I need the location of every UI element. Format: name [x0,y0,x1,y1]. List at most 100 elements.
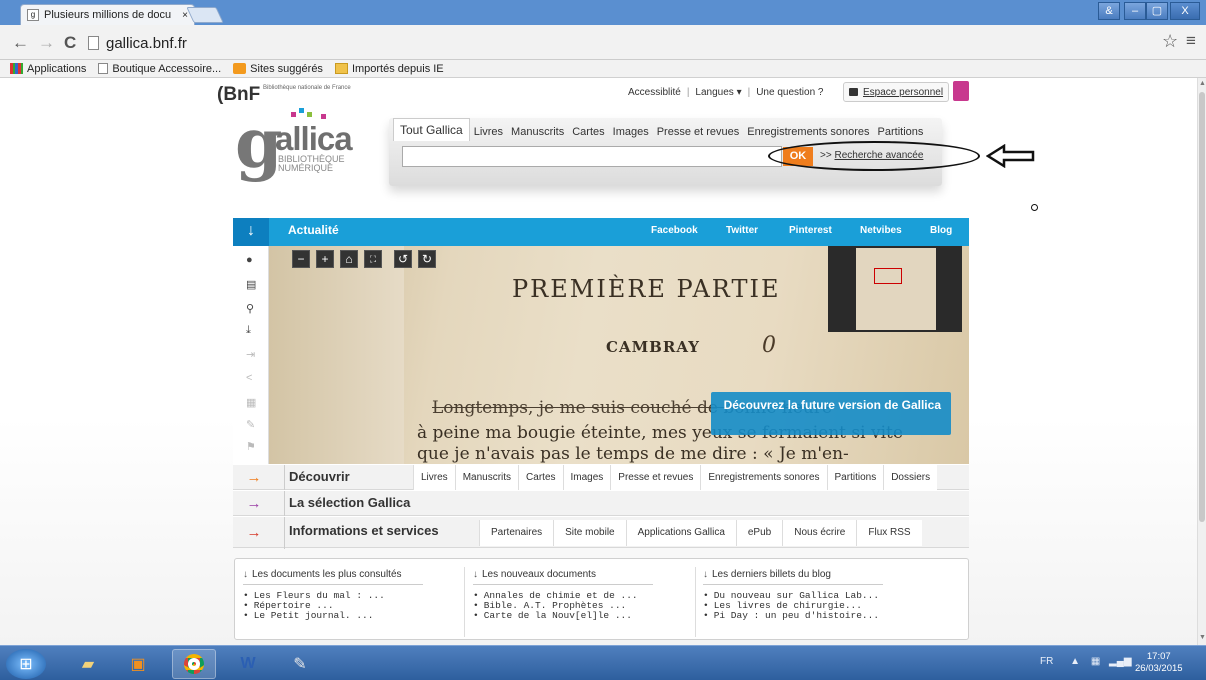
link-nous-ecrire[interactable]: Nous écrire [782,520,857,546]
scrollbar-thumb[interactable] [1199,92,1205,522]
twitter-link[interactable]: Twitter [726,225,758,236]
link-enregistrements[interactable]: Enregistrements sonores [700,465,827,491]
paint-icon[interactable]: ✎ [278,649,322,679]
back-button[interactable]: ← [12,33,29,53]
info-icon[interactable]: ● [246,254,253,266]
row-label: Informations et services [289,523,439,538]
fullscreen-button[interactable]: ⛶ [364,250,382,268]
home-button[interactable]: ⌂ [340,250,358,268]
explorer-icon[interactable]: ▰ [66,649,110,679]
link-applications[interactable]: Applications Gallica [625,520,736,546]
bookmark-sites-suggeres[interactable]: Sites suggérés [233,63,323,75]
start-button[interactable]: ⊞ [6,649,46,679]
minimize-button[interactable]: – [1124,2,1146,20]
bnf-logo[interactable]: (BnF [217,84,260,106]
bookmark-importes[interactable]: Importés depuis IE [334,63,444,75]
row-informations[interactable]: → Informations et services Partenaires S… [233,516,969,549]
link-site-mobile[interactable]: Site mobile [553,520,626,546]
accessibility-link[interactable]: Accessiblité [628,87,681,98]
bookmark-boutique[interactable]: Boutique Accessoire... [98,63,221,75]
netvibes-link[interactable]: Netvibes [860,225,902,236]
row-arrow-icon: → [246,524,262,541]
tab-enregistrements[interactable]: Enregistrements sonores [743,123,873,141]
tab-close-icon[interactable]: × [182,10,188,21]
blog-link[interactable]: Blog [930,225,952,236]
signal-icon[interactable]: ▂▄▆ [1109,656,1131,667]
document-icon[interactable]: ▤ [246,278,256,291]
row-selection[interactable]: → La sélection Gallica [233,490,969,517]
link-partitions[interactable]: Partitions [826,465,884,491]
zoom-icon[interactable]: ⚲ [246,302,254,315]
flag-icon[interactable]: ⚑ [246,440,256,453]
tab-tout-gallica[interactable]: Tout Gallica [393,118,470,141]
link-partenaires[interactable]: Partenaires [479,520,554,546]
address-bar[interactable]: gallica.bnf.fr [88,30,1158,56]
media-player-icon[interactable]: ▣ [116,649,160,679]
collapse-arrow-icon[interactable]: ↓ [233,218,269,246]
export-icon[interactable]: ⇥ [246,348,255,361]
rotate-right-button[interactable]: ↻ [418,250,436,268]
tab-images[interactable]: Images [609,123,653,141]
download-icon[interactable]: ⤓ [246,324,251,337]
maximize-button[interactable]: ▢ [1146,2,1168,20]
decouvrir-links: Livres Manuscrits Cartes Images Presse e… [413,465,938,491]
tab-livres[interactable]: Livres [470,123,507,141]
link-manuscrits[interactable]: Manuscrits [454,465,519,491]
tab-presse[interactable]: Presse et revues [653,123,744,141]
word-icon[interactable]: W [226,649,270,679]
future-version-banner[interactable]: Découvrez la future version de Gallica [711,392,951,435]
zoom-out-button[interactable]: − [292,250,310,268]
languages-menu[interactable]: Langues ▾ [695,87,741,98]
link-epub[interactable]: ePub [735,520,783,546]
link-images[interactable]: Images [562,465,611,491]
rotate-left-button[interactable]: ↺ [394,250,412,268]
basket-icon[interactable] [953,81,969,101]
bookmark-label: Boutique Accessoire... [112,62,222,75]
gallica-logo[interactable]: g allica BIBLIOTHÈQUE NUMÉRIQUE [235,108,385,182]
search-input[interactable] [402,146,782,167]
user-icon[interactable]: & [1098,2,1120,20]
news-panels: ↓Les documents les plus consultés Les Fl… [234,558,969,640]
reload-button[interactable]: C [64,33,76,53]
tray-expand-icon[interactable]: ▲ [1070,656,1080,667]
link-cartes[interactable]: Cartes [518,465,563,491]
new-tab-button[interactable] [186,7,224,23]
list-item[interactable]: Carte de la Nouv[el]le ... [473,611,653,621]
panel-title: Les nouveaux documents [482,569,596,580]
forward-button[interactable]: → [38,33,55,53]
pinterest-link[interactable]: Pinterest [789,225,832,236]
link-dossiers[interactable]: Dossiers [883,465,938,491]
espace-personnel-button[interactable]: Espace personnel [843,82,950,102]
facebook-link[interactable]: Facebook [651,225,698,236]
page-scrollbar[interactable]: ▲ ▼ [1197,78,1206,645]
down-arrow-icon: ↓ [243,569,248,580]
row-label: Découvrir [289,469,350,484]
tab-manuscrits[interactable]: Manuscrits [507,123,568,141]
network-icon[interactable]: ▦ [1091,656,1100,667]
print-icon[interactable]: ▦ [246,396,256,409]
browser-tab[interactable]: g Plusieurs millions de docu × [20,4,195,25]
bookmark-applications[interactable]: Applications [10,63,86,75]
question-link[interactable]: Une question ? [756,87,823,98]
link-presse[interactable]: Presse et revues [610,465,701,491]
list-item[interactable]: Pi Day : un peu d'histoire... [703,611,883,621]
panel-title: Les documents les plus consultés [252,569,402,580]
close-window-button[interactable]: X [1170,2,1200,20]
list-item[interactable]: Le Petit journal. ... [243,611,423,621]
row-decouvrir[interactable]: → Découvrir Livres Manuscrits Cartes Ima… [233,464,969,491]
clock[interactable]: 17:07 26/03/2015 [1135,651,1183,675]
navigator-viewport[interactable] [874,268,902,284]
language-indicator[interactable]: FR [1040,656,1053,667]
tab-cartes[interactable]: Cartes [568,123,608,141]
bookmark-star-icon[interactable]: ☆ [1162,31,1178,52]
zoom-in-button[interactable]: + [316,250,334,268]
chrome-icon[interactable] [172,649,216,679]
link-livres[interactable]: Livres [413,465,455,491]
menu-icon[interactable]: ≡ [1186,31,1196,51]
link-flux-rss[interactable]: Flux RSS [856,520,922,546]
tab-partitions[interactable]: Partitions [874,123,928,141]
document-text-line: que je n'avais pas le temps de me dire :… [417,444,849,464]
bnf-subtitle: Bibliothèque nationale de France [263,85,351,91]
share-icon[interactable]: < [246,372,252,384]
bookmark-icon[interactable]: ✎ [246,418,255,431]
